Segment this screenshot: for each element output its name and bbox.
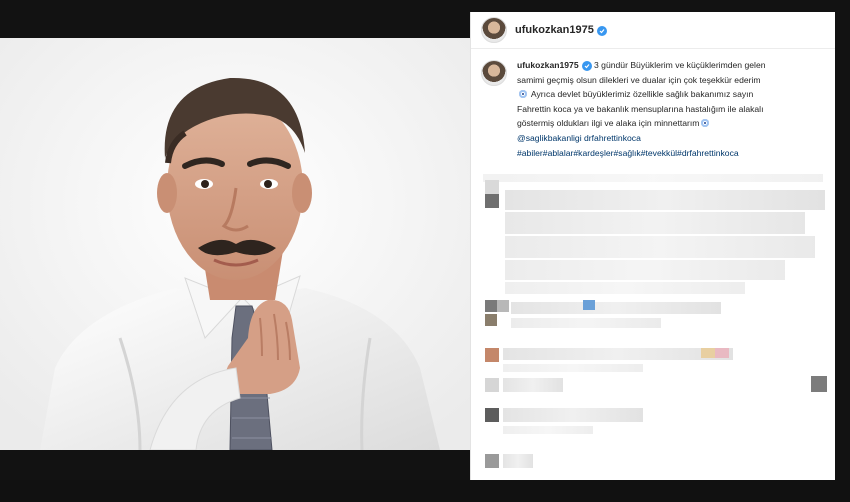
post-caption: ufukozkan1975 3 gündür Büyüklerim ve küç…: [481, 58, 827, 160]
caption-avatar[interactable]: [481, 60, 507, 86]
nazar-eye-icon: [519, 90, 527, 99]
post-photo: [0, 38, 470, 450]
verified-badge-icon: [596, 26, 607, 36]
instagram-post-panel: ufukozkan1975 ufukozkan1975 3 gündür Büy…: [470, 12, 835, 480]
bottom-letterbox: [0, 480, 850, 502]
caption-line-4: Fahrettin koca ya ve bakanlık mensupları…: [517, 103, 764, 114]
caption-line-1: 3 gündür Büyüklerim ve küçüklerimden gel…: [591, 60, 766, 70]
post-username[interactable]: ufukozkan1975: [515, 24, 594, 36]
caption-hashtags[interactable]: #abiler#ablalar#kardeşler#sağlık#tevekkü…: [517, 148, 739, 158]
caption-line-5: göstermiş oldukları ilgi ve alaka için m…: [517, 118, 700, 129]
caption-username[interactable]: ufukozkan1975: [517, 60, 579, 70]
caption-line-3: Ayrıca devlet büyüklerimiz özellikle sağ…: [529, 89, 754, 100]
verified-badge-icon: [581, 61, 592, 71]
caption-line-2: samimi geçmiş olsun dilekleri ve dualar …: [517, 74, 761, 85]
post-header: ufukozkan1975: [471, 12, 835, 49]
nazar-eye-icon: [701, 119, 710, 128]
caption-text: ufukozkan1975 3 gündür Büyüklerim ve küç…: [517, 58, 827, 160]
screenshot-stage: ufukozkan1975 ufukozkan1975 3 gündür Büy…: [0, 0, 850, 502]
caption-mentions[interactable]: @saglikbakanligi drfahrettinkoca: [517, 133, 641, 143]
portrait-illustration: [0, 38, 470, 450]
profile-avatar[interactable]: [481, 17, 507, 43]
